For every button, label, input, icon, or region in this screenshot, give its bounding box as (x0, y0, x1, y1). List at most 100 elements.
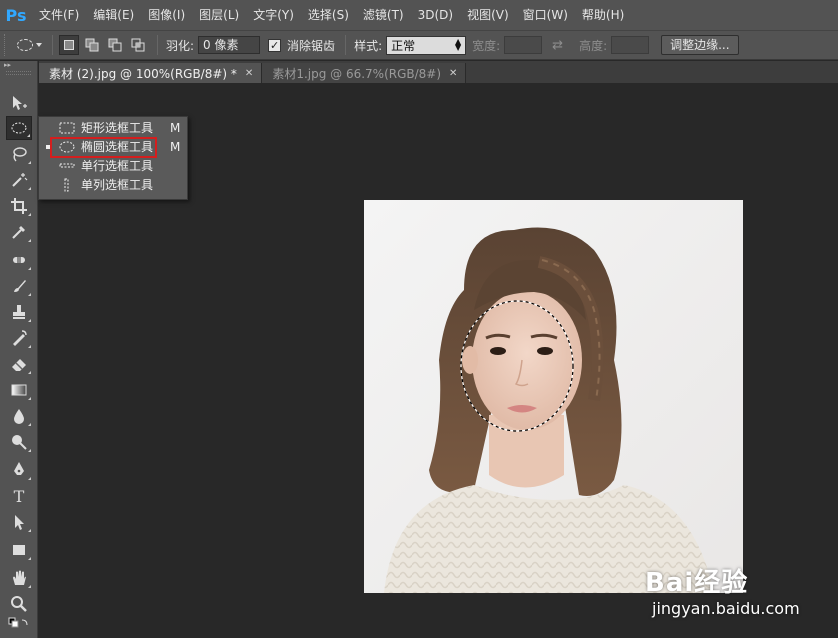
menu-bar: Ps 文件(F) 编辑(E) 图像(I) 图层(L) 文字(Y) 选择(S) 滤… (0, 0, 838, 30)
flyout-item-single-column-marquee[interactable]: 单列选框工具 (39, 175, 187, 194)
shape-tool-icon[interactable] (6, 538, 32, 562)
zoom-tool-icon[interactable] (6, 592, 32, 616)
checkmark-icon: ✓ (269, 38, 280, 52)
pen-tool-icon[interactable] (6, 458, 32, 482)
document-tab-bar: 素材 (2).jpg @ 100%(RGB/8#) * ✕ 素材1.jpg @ … (39, 61, 838, 83)
lasso-tool-icon[interactable] (6, 142, 32, 166)
divider (52, 35, 53, 55)
options-bar: 羽化: 0 像素 ✓ 消除锯齿 样式: 正常 ▲ ▼ 宽度: ⇄ 高度: 调整边缘… (0, 30, 838, 60)
menu-select[interactable]: 选择(S) (301, 0, 356, 30)
style-value: 正常 (391, 38, 416, 53)
menu-type[interactable]: 文字(Y) (246, 0, 301, 30)
flyout-item-label: 矩形选框工具 (81, 121, 154, 135)
subtract-selection-icon (108, 38, 122, 52)
new-selection-button[interactable] (59, 35, 79, 55)
flyout-item-single-row-marquee[interactable]: 单行选框工具 (39, 156, 187, 175)
feather-label: 羽化: (166, 38, 195, 53)
color-swatches[interactable] (6, 616, 32, 634)
eyedropper-tool-icon[interactable] (6, 220, 32, 244)
subtools-indicator-icon (28, 397, 31, 400)
path-selection-tool-icon[interactable] (6, 510, 32, 534)
width-input[interactable] (504, 36, 543, 54)
new-selection-icon (64, 40, 74, 50)
divider (157, 35, 158, 55)
tab-document-2[interactable]: 素材1.jpg @ 66.7%(RGB/8#) ✕ (262, 63, 467, 83)
add-to-selection-button[interactable] (82, 35, 102, 55)
portrait-photo (364, 200, 743, 593)
swap-colors-icon (8, 617, 28, 628)
tab-label: 素材1.jpg @ 66.7%(RGB/8#) (272, 66, 442, 81)
tab-document-1[interactable]: 素材 (2).jpg @ 100%(RGB/8#) * ✕ (39, 63, 263, 83)
flyout-item-shortcut: M (170, 139, 181, 154)
subtools-indicator-icon (28, 585, 31, 588)
type-tool-icon[interactable]: T (6, 484, 32, 508)
rect-marquee-icon (59, 121, 75, 135)
eraser-tool-icon[interactable] (6, 352, 32, 376)
spot-healing-tool-icon[interactable] (6, 248, 32, 272)
menu-image[interactable]: 图像(I) (141, 0, 192, 30)
subtools-indicator-icon (28, 213, 31, 216)
swap-dimensions-icon[interactable]: ⇄ (552, 38, 563, 53)
flyout-item-label: 单列选框工具 (81, 178, 154, 192)
brush-tool-icon[interactable] (6, 274, 32, 298)
menu-window[interactable]: 窗口(W) (516, 0, 575, 30)
subtools-indicator-icon (28, 161, 31, 164)
watermark-url: jingyan.baidu.com (652, 599, 800, 618)
clone-stamp-tool-icon[interactable] (6, 300, 32, 324)
style-label: 样式: (354, 38, 383, 53)
options-grip[interactable] (4, 34, 12, 56)
select-arrows-icon: ▲ ▼ (454, 37, 462, 52)
history-brush-tool-icon[interactable] (6, 326, 32, 350)
flyout-item-rect-marquee[interactable]: 矩形选框工具 M (39, 118, 187, 137)
subtools-indicator-icon (28, 345, 31, 348)
tools-panel: ▸▸ T (0, 61, 38, 638)
menu-help[interactable]: 帮助(H) (575, 0, 631, 30)
flyout-item-shortcut: M (170, 120, 181, 135)
flyout-item-label: 单行选框工具 (81, 159, 154, 173)
panel-grip[interactable] (6, 71, 31, 75)
refine-edge-button[interactable]: 调整边缘... (661, 35, 739, 55)
close-icon[interactable]: ✕ (245, 68, 253, 79)
menu-edit[interactable]: 编辑(E) (86, 0, 141, 30)
subtools-indicator-icon (28, 267, 31, 270)
close-icon[interactable]: ✕ (449, 68, 457, 79)
height-input[interactable] (611, 36, 650, 54)
document-image[interactable] (364, 200, 743, 593)
ellipse-marquee-icon (16, 39, 33, 51)
subtools-indicator-icon (28, 293, 31, 296)
subtract-selection-button[interactable] (105, 35, 125, 55)
marquee-tool-flyout: 矩形选框工具 M 椭圆选框工具 M 单行选框工具 单列选框工具 (38, 116, 188, 200)
subtools-indicator-icon (28, 239, 31, 242)
feather-input[interactable]: 0 像素 (198, 36, 261, 54)
divider (345, 35, 347, 55)
crop-tool-icon[interactable] (6, 194, 32, 218)
menu-view[interactable]: 视图(V) (460, 0, 516, 30)
dodge-tool-icon[interactable] (6, 430, 32, 454)
style-select[interactable]: 正常 ▲ ▼ (386, 35, 467, 55)
move-tool-icon[interactable] (6, 91, 32, 115)
subtools-indicator-icon (28, 371, 31, 374)
blur-tool-icon[interactable] (6, 404, 32, 428)
hand-tool-icon[interactable] (6, 566, 32, 590)
tool-preset-picker[interactable] (12, 39, 46, 51)
height-label: 高度: (579, 38, 608, 53)
annotation-highlight-box (50, 137, 157, 158)
subtools-indicator-icon (28, 557, 31, 560)
width-label: 宽度: (472, 38, 501, 53)
menu-filter[interactable]: 滤镜(T) (356, 0, 411, 30)
collapse-panel-icon[interactable]: ▸▸ (0, 61, 37, 69)
menu-3d[interactable]: 3D(D) (411, 0, 460, 30)
add-selection-icon (85, 38, 99, 52)
subtools-indicator-icon (28, 423, 31, 426)
antialias-checkbox[interactable]: ✓ (268, 38, 282, 52)
subtools-indicator-icon (27, 134, 30, 137)
intersect-selection-button[interactable] (128, 35, 148, 55)
antialias-label: 消除锯齿 (287, 38, 336, 53)
ellipse-marquee-tool-icon[interactable] (6, 116, 32, 140)
gradient-tool-icon[interactable] (6, 378, 32, 402)
magic-wand-tool-icon[interactable] (6, 168, 32, 192)
menu-layer[interactable]: 图层(L) (192, 0, 246, 30)
subtools-indicator-icon (28, 187, 31, 190)
menu-file[interactable]: 文件(F) (32, 0, 86, 30)
subtools-indicator-icon (28, 319, 31, 322)
